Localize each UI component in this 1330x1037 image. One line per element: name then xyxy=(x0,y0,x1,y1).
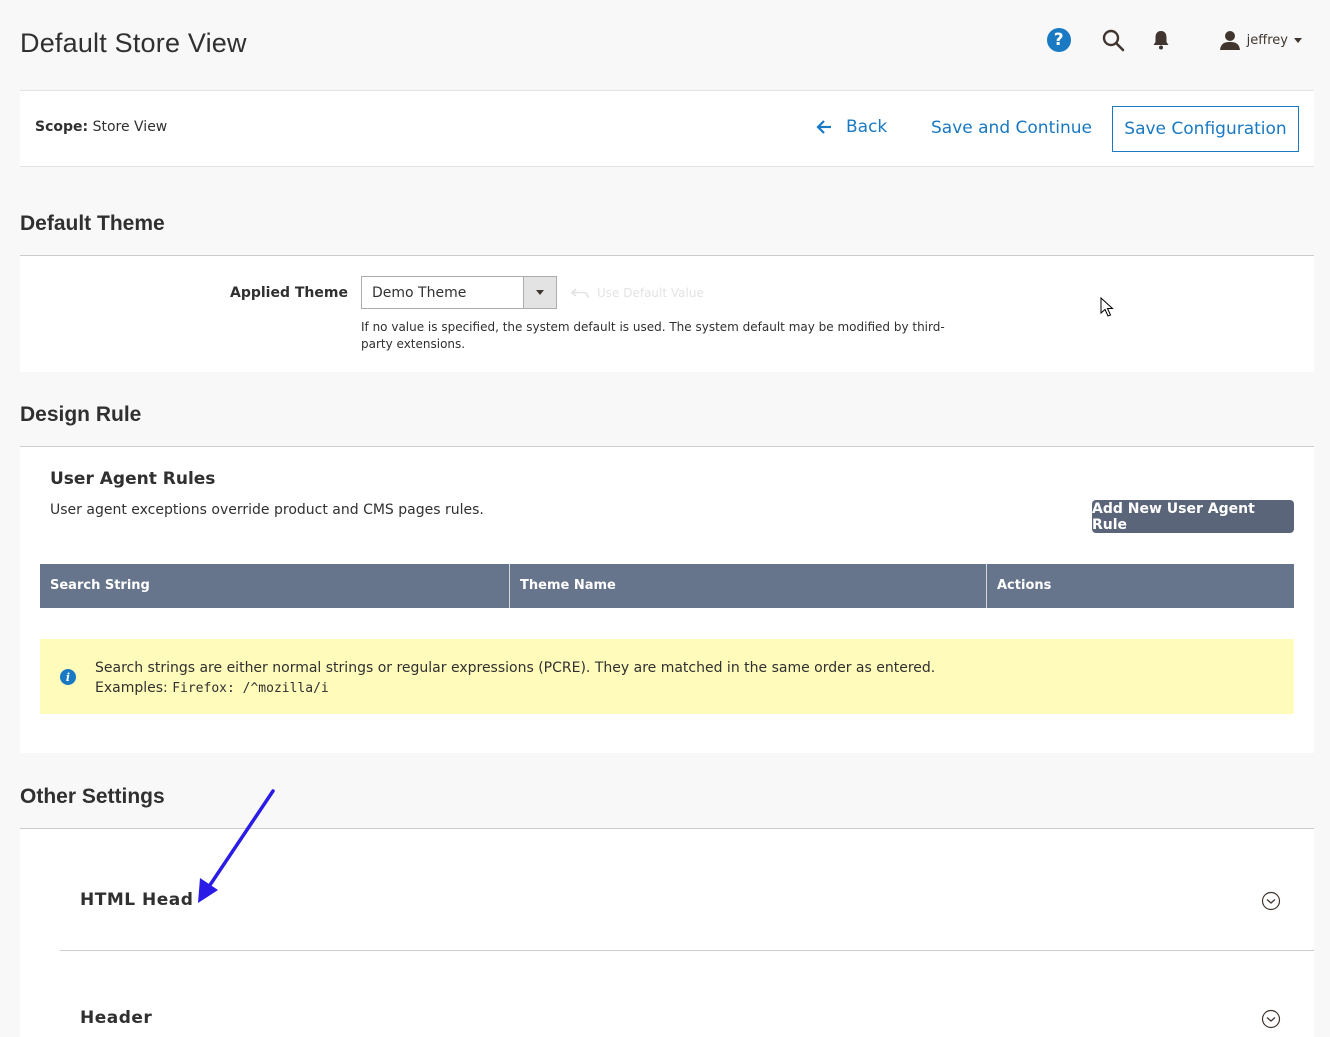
arrow-left-icon xyxy=(816,120,831,134)
applied-theme-note: If no value is specified, the system def… xyxy=(361,320,945,351)
page-title: Default Store View xyxy=(20,28,247,58)
section-title-other-settings[interactable]: Other Settings xyxy=(20,785,165,809)
mouse-cursor-icon xyxy=(1100,297,1114,317)
collapsible-title-html-head[interactable]: HTML Head xyxy=(80,890,193,910)
back-button-label: Back xyxy=(846,117,888,137)
user-agent-rules-table-header: Search String Theme Name Actions xyxy=(40,564,1294,608)
use-default-label: Use Default Value xyxy=(597,286,704,300)
info-examples-code: Firefox: /^mozilla/i xyxy=(172,681,329,696)
info-examples-label: Examples: xyxy=(95,680,168,696)
design-rule-panel: User Agent Rules User agent exceptions o… xyxy=(20,447,1314,753)
collapsible-title-header[interactable]: Header xyxy=(80,1008,152,1028)
user-agent-rules-title: User Agent Rules xyxy=(50,469,216,489)
section-title-design-rule[interactable]: Design Rule xyxy=(20,403,141,427)
applied-theme-select[interactable]: Demo Theme xyxy=(361,276,557,309)
back-button[interactable]: Back xyxy=(816,117,887,137)
header-actions: ? jeffrey xyxy=(1046,28,1302,52)
column-header-actions: Actions xyxy=(997,578,1052,593)
page-actions-bar: Scope: Store View Back Save and Continue… xyxy=(20,90,1314,167)
info-examples: Examples: Firefox: /^mozilla/i xyxy=(95,678,935,699)
default-theme-panel: Applied Theme Demo Theme Use Default Val… xyxy=(20,256,1314,372)
save-configuration-button[interactable]: Save Configuration xyxy=(1112,106,1299,152)
annotation-arrow-icon xyxy=(198,789,275,903)
user-agent-rules-description: User agent exceptions override product a… xyxy=(50,502,484,518)
use-default-checkbox[interactable]: Use Default Value xyxy=(571,286,704,300)
info-message-line: Search strings are either normal strings… xyxy=(95,660,936,676)
add-user-agent-rule-button[interactable]: Add New User Agent Rule xyxy=(1092,500,1294,533)
scope-label-value: Store View xyxy=(92,119,168,135)
column-header-search-string: Search String xyxy=(40,564,510,608)
collapsible-header[interactable]: Header xyxy=(60,951,1314,1037)
section-title-default-theme[interactable]: Default Theme xyxy=(20,212,165,236)
undo-icon xyxy=(571,288,589,299)
user-icon[interactable] xyxy=(1219,29,1241,51)
chevron-down-circle-icon[interactable] xyxy=(1261,891,1281,911)
save-and-continue-button[interactable]: Save and Continue xyxy=(931,118,1092,138)
chevron-down-icon[interactable] xyxy=(1294,37,1302,43)
bell-icon[interactable] xyxy=(1151,29,1171,51)
scope-label-key: Scope: xyxy=(35,119,89,135)
help-icon[interactable]: ? xyxy=(1046,28,1071,52)
column-header-theme-name: Theme Name xyxy=(510,564,987,608)
applied-theme-label: Applied Theme xyxy=(230,285,348,301)
info-icon: i xyxy=(60,669,76,685)
select-dropdown-toggle[interactable] xyxy=(523,277,556,308)
applied-theme-value: Demo Theme xyxy=(372,285,467,301)
search-icon[interactable] xyxy=(1101,28,1125,52)
info-message: i Search strings are either normal strin… xyxy=(40,639,1294,714)
chevron-down-circle-icon[interactable] xyxy=(1261,1009,1281,1029)
user-name[interactable]: jeffrey xyxy=(1247,33,1288,48)
scope-label: Scope: Store View xyxy=(35,119,167,135)
info-message-text: Search strings are either normal strings… xyxy=(95,658,935,699)
